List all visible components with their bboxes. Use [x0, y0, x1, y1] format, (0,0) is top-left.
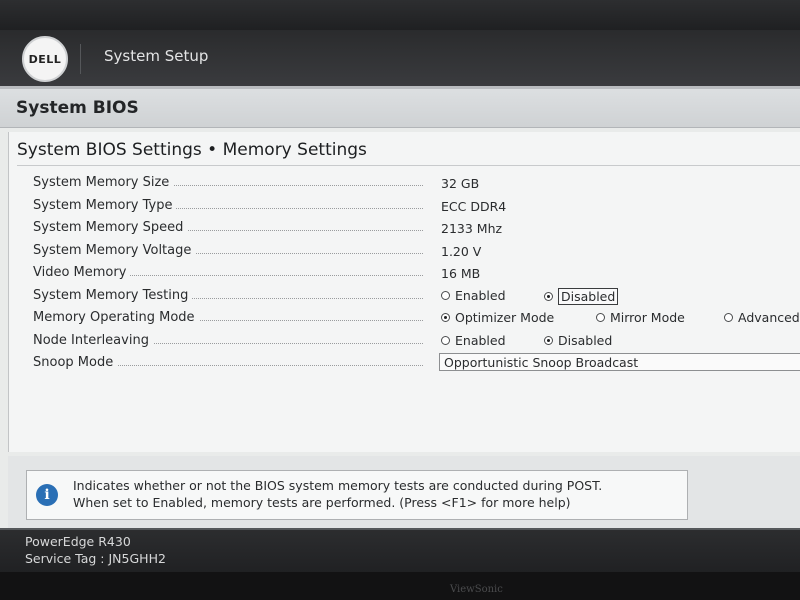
radio-button-icon	[441, 335, 450, 345]
setting-label: Node Interleaving	[33, 332, 153, 348]
setting-value: 16 MB	[441, 266, 481, 281]
setting-label: Video Memory	[33, 265, 131, 280]
radio-label: Optimizer Mode	[455, 310, 555, 325]
setting-value: 1.20 V	[441, 243, 482, 259]
service-tag: Service Tag : JN5GHH2	[25, 551, 166, 566]
setting-row-operating-mode: Memory Operating Mode Optimizer Mode Mir…	[29, 307, 800, 330]
setting-label: Snoop Mode	[33, 355, 118, 370]
radio-operating-mode-optimizer[interactable]: Optimizer Mode	[441, 310, 554, 325]
radio-node-interleaving-disabled[interactable]: Disabled	[544, 333, 612, 348]
setting-label: System Memory Voltage	[33, 242, 196, 258]
dell-logo-text: DELL	[28, 52, 62, 66]
app-title: System Setup	[104, 47, 209, 65]
monitor-brand: ViewSonic	[450, 584, 503, 595]
help-area: i Indicates whether or not the BIOS syst…	[8, 456, 800, 528]
help-box: i Indicates whether or not the BIOS syst…	[26, 470, 688, 520]
help-line-1: Indicates whether or not the BIOS system…	[73, 478, 603, 493]
section-band: System BIOS	[0, 89, 800, 128]
radio-operating-mode-advanced[interactable]: Advanced	[724, 310, 800, 325]
snoop-mode-select[interactable]: Opportunistic Snoop Broadcast	[439, 353, 800, 371]
header-divider	[80, 44, 81, 74]
setting-label: Memory Operating Mode	[33, 310, 199, 325]
radio-button-icon	[596, 313, 605, 322]
setting-value: ECC DDR4	[441, 198, 507, 214]
radio-memory-testing-enabled[interactable]: Enabled	[441, 288, 506, 303]
setting-row-memory-voltage: System Memory Voltage 1.20 V	[29, 240, 800, 263]
radio-button-icon	[441, 290, 450, 300]
setting-value: 2133 Mhz	[441, 221, 503, 236]
heading-divider	[17, 165, 800, 166]
setting-label: System Memory Type	[33, 197, 177, 213]
footer-bar: PowerEdge R430 Service Tag : JN5GHH2	[0, 528, 800, 572]
header-bar: DELL System Setup	[0, 30, 800, 89]
setting-row-memory-type: System Memory Type ECC DDR4	[29, 195, 800, 218]
setting-row-video-memory: Video Memory 16 MB	[29, 262, 800, 285]
info-icon: i	[36, 484, 58, 506]
setting-row-snoop-mode: Snoop Mode Opportunistic Snoop Broadcast	[29, 352, 800, 375]
radio-label: Disabled	[558, 332, 613, 348]
monitor-bezel-top	[0, 0, 800, 30]
settings-panel: System BIOS Settings • Memory Settings S…	[8, 132, 800, 452]
settings-list: System Memory Size 32 GB System Memory T…	[29, 172, 800, 375]
setting-value: 32 GB	[441, 176, 480, 191]
setting-label: System Memory Speed	[33, 220, 188, 235]
setting-row-memory-testing: System Memory Testing Enabled Disabled	[29, 285, 800, 308]
page-title: System BIOS Settings • Memory Settings	[17, 140, 367, 160]
help-line-2: When set to Enabled, memory tests are pe…	[73, 495, 571, 510]
radio-operating-mode-mirror[interactable]: Mirror Mode	[596, 310, 685, 325]
radio-memory-testing-disabled[interactable]: Disabled	[544, 287, 619, 305]
radio-label: Enabled	[455, 287, 506, 303]
bios-screen: DELL System Setup System BIOS System BIO…	[0, 0, 800, 600]
radio-button-selected-icon	[544, 335, 553, 345]
section-title: System BIOS	[16, 98, 139, 118]
radio-button-selected-icon	[544, 291, 553, 301]
radio-node-interleaving-enabled[interactable]: Enabled	[441, 333, 506, 348]
radio-button-icon	[724, 313, 733, 322]
radio-label: Advanced	[738, 310, 800, 325]
setting-row-memory-speed: System Memory Speed 2133 Mhz	[29, 217, 800, 240]
setting-row-memory-size: System Memory Size 32 GB	[29, 172, 800, 195]
system-model: PowerEdge R430	[25, 534, 131, 549]
setting-label: System Memory Size	[33, 175, 174, 190]
radio-label: Enabled	[455, 332, 506, 348]
radio-button-selected-icon	[441, 313, 450, 322]
help-text: Indicates whether or not the BIOS system…	[73, 477, 678, 511]
dell-logo: DELL	[22, 36, 68, 82]
setting-row-node-interleaving: Node Interleaving Enabled Disabled	[29, 330, 800, 353]
setting-label: System Memory Testing	[33, 287, 193, 303]
radio-label-focused: Disabled	[558, 287, 619, 305]
monitor-bezel-bottom: ViewSonic	[0, 572, 800, 600]
radio-label: Mirror Mode	[610, 310, 685, 325]
